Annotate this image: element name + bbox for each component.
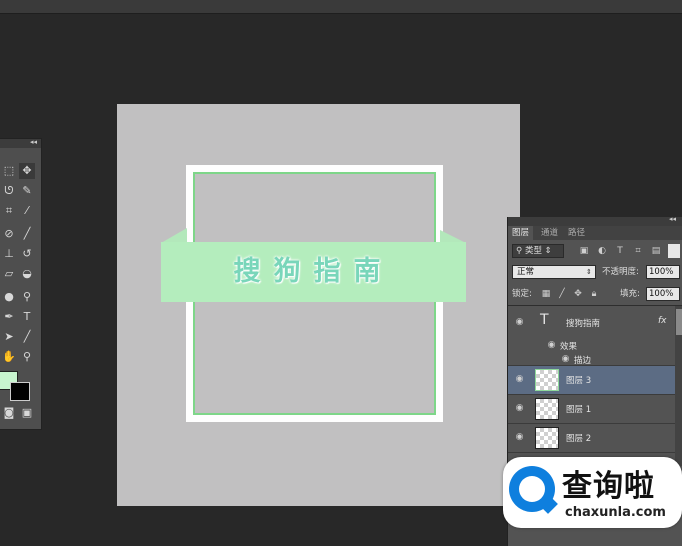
path-select-icon[interactable]: ➤ bbox=[1, 329, 17, 345]
text-icon[interactable]: T bbox=[19, 309, 35, 325]
layer-row-1[interactable]: ◉ 图层 1 bbox=[508, 395, 676, 424]
opacity-label: 不透明度: bbox=[602, 267, 639, 277]
blend-mode-select[interactable]: 正常 bbox=[512, 265, 596, 279]
layer-name: 图层 2 bbox=[566, 434, 592, 444]
collapse-icon[interactable]: ◂◂ bbox=[669, 215, 676, 223]
visibility-eye-icon[interactable]: ◉ bbox=[514, 432, 525, 442]
lock-transparency-icon[interactable]: ▦ bbox=[540, 287, 552, 301]
quick-mask-icon[interactable]: ◙ bbox=[1, 405, 17, 421]
screen-mode-icon[interactable]: ▣ bbox=[19, 405, 35, 421]
lock-label: 锁定: bbox=[512, 289, 532, 299]
zoom-icon[interactable]: ⚲ bbox=[19, 349, 35, 365]
fx-icon[interactable]: fx bbox=[658, 316, 667, 326]
layers-panel-header: ◂◂ bbox=[508, 215, 682, 226]
layer-thumbnail bbox=[535, 369, 559, 391]
crop-icon[interactable]: ⌗ bbox=[1, 203, 17, 219]
type-filter-icon[interactable]: T bbox=[614, 244, 626, 258]
banner-text: 搜狗指南 bbox=[233, 256, 394, 287]
quick-select-icon[interactable]: ✎ bbox=[19, 183, 35, 199]
visibility-eye-icon[interactable]: ◉ bbox=[514, 317, 525, 327]
pen-icon[interactable]: ✒ bbox=[1, 309, 17, 325]
fill-input[interactable]: 100% bbox=[646, 287, 680, 301]
divider bbox=[508, 305, 682, 306]
dodge-icon[interactable]: ⚲ bbox=[19, 289, 35, 305]
brush-icon[interactable]: ╱ bbox=[19, 226, 35, 242]
watermark-url: chaxunla.com bbox=[565, 505, 666, 520]
panel-tabs: 图层 通道 路径 bbox=[508, 226, 682, 240]
layer-thumbnail bbox=[535, 398, 559, 420]
collapse-icon[interactable]: ◂◂ bbox=[30, 138, 37, 146]
tab-layers[interactable]: 图层 bbox=[508, 226, 534, 240]
marquee-icon[interactable]: ⬚ bbox=[1, 163, 17, 179]
text-layer-icon: T bbox=[540, 312, 549, 328]
watermark-logo-center bbox=[519, 476, 545, 502]
paint-bucket-icon[interactable]: ◒ bbox=[19, 266, 35, 282]
opacity-input[interactable]: 100% bbox=[646, 265, 680, 279]
hand-icon[interactable]: ✋ bbox=[1, 349, 17, 365]
layer-filter-select[interactable]: ⚲ 类型 ⇕ bbox=[512, 244, 564, 258]
toolbox-header: ◂◂ bbox=[0, 138, 41, 148]
filter-label: 类型 bbox=[524, 246, 542, 256]
line-icon[interactable]: ╱ bbox=[19, 329, 35, 345]
layer-row-2[interactable]: ◉ 图层 2 bbox=[508, 424, 676, 453]
pixel-filter-icon[interactable]: ▣ bbox=[578, 244, 590, 258]
tab-channels[interactable]: 通道 bbox=[537, 226, 562, 240]
eyedropper-icon[interactable]: ⁄ bbox=[19, 203, 35, 219]
lock-brush-icon[interactable]: ╱ bbox=[556, 287, 568, 301]
ribbon-fold-left bbox=[161, 228, 187, 243]
watermark-title: 查询啦 bbox=[562, 469, 655, 504]
history-brush-icon[interactable]: ↺ bbox=[19, 246, 35, 262]
tab-paths[interactable]: 路径 bbox=[564, 226, 589, 240]
lasso-icon[interactable]: ᘎ bbox=[1, 183, 17, 199]
layer-name: 搜狗指南 bbox=[566, 319, 601, 329]
layer-row-3[interactable]: ◉ 图层 3 bbox=[508, 366, 676, 395]
chevron-down-icon: ⇕ bbox=[586, 268, 592, 276]
visibility-eye-icon[interactable]: ◉ bbox=[546, 340, 557, 350]
stamp-icon[interactable]: ⊥ bbox=[1, 246, 17, 262]
background-color-swatch[interactable] bbox=[10, 382, 30, 401]
effects-row[interactable]: ◉ 效果 bbox=[508, 338, 676, 352]
visibility-eye-icon[interactable]: ◉ bbox=[514, 403, 525, 413]
move-icon[interactable]: ✥ bbox=[19, 163, 35, 179]
eraser-icon[interactable]: ▱ bbox=[1, 266, 17, 282]
scrollbar-thumb[interactable] bbox=[676, 309, 682, 335]
visibility-eye-icon[interactable]: ◉ bbox=[560, 354, 571, 364]
shape-filter-icon[interactable]: ⌗ bbox=[632, 244, 644, 258]
smart-object-filter-icon[interactable]: ▤ bbox=[650, 244, 662, 258]
visibility-eye-icon[interactable]: ◉ bbox=[514, 374, 525, 384]
adjustment-filter-icon[interactable]: ◐ bbox=[596, 244, 608, 258]
lock-move-icon[interactable]: ✥ bbox=[572, 287, 584, 301]
blur-icon[interactable]: ● bbox=[1, 289, 17, 305]
fill-label: 填充: bbox=[620, 289, 640, 299]
layer-thumbnail bbox=[535, 427, 559, 449]
effects-label: 效果 bbox=[560, 342, 578, 352]
layer-name: 图层 3 bbox=[566, 376, 592, 386]
layer-name: 图层 1 bbox=[566, 405, 592, 415]
stroke-effect-label: 描边 bbox=[574, 356, 592, 366]
healing-icon[interactable]: ⊘ bbox=[1, 226, 17, 242]
stroke-effect-row[interactable]: ◉ 描边 bbox=[508, 352, 676, 366]
lock-all-icon[interactable]: 🔒︎ bbox=[588, 287, 600, 301]
layer-row-text[interactable]: ◉ T 搜狗指南 fx bbox=[508, 307, 676, 338]
filter-toggle[interactable] bbox=[668, 244, 680, 258]
menu-bar bbox=[0, 0, 682, 14]
